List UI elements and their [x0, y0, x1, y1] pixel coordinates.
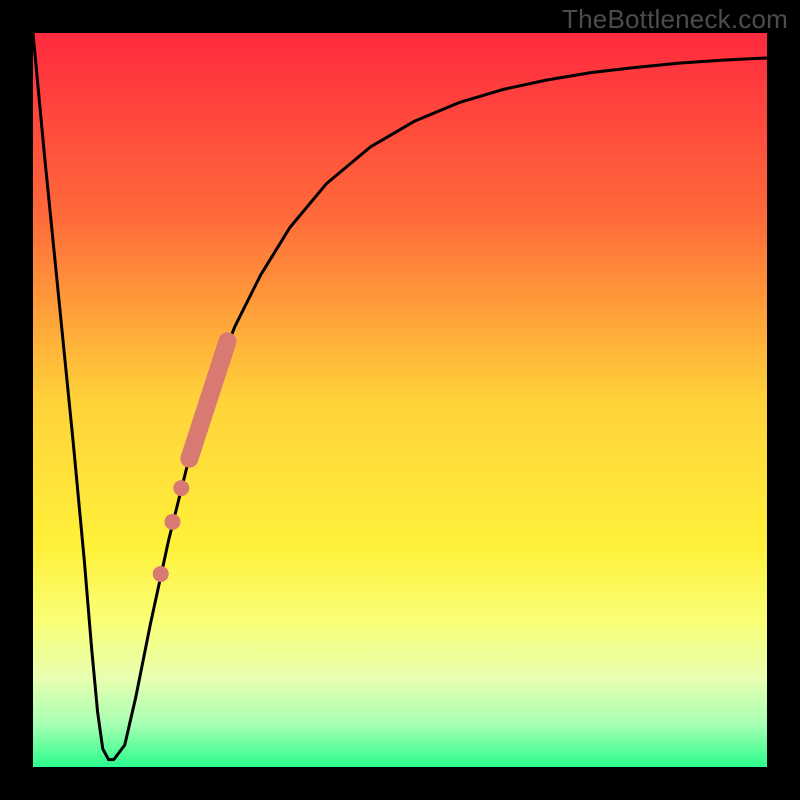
- chart-container: TheBottleneck.com: [0, 0, 800, 800]
- bottleneck-chart: [0, 0, 800, 800]
- watermark-text: TheBottleneck.com: [562, 4, 788, 35]
- highlight-dot: [164, 514, 180, 530]
- highlight-dot: [153, 566, 169, 582]
- highlight-dot: [173, 480, 189, 496]
